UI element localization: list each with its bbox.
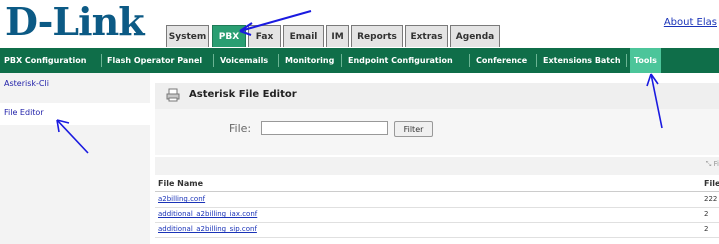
tab-reports[interactable]: Reports [351,25,403,47]
table-toolbar: ⤡ Fi [155,157,719,175]
file-size: 2 [704,225,709,233]
subnav-separator [469,54,470,67]
subnav-conference[interactable]: Conference [476,48,527,73]
subnav-extensions-batch[interactable]: Extensions Batch [543,48,621,73]
table-row: a2billing.conf 222 [155,193,719,208]
subnav-separator [278,54,279,67]
sidebar-item-asterisk-cli[interactable]: Asterisk-Cli [0,79,150,93]
about-link[interactable]: About Elas [664,17,717,28]
sidebar: Asterisk-Cli File Editor [0,73,150,244]
tab-email[interactable]: Email [283,25,324,47]
panel-titlebar: Asterisk File Editor [155,83,719,109]
filter-section: File: Filter [155,109,719,155]
subnav-bar: PBX Configuration Flash Operator Panel V… [0,48,719,73]
file-filter-input[interactable] [261,121,388,135]
tab-agenda[interactable]: Agenda [450,25,500,47]
subnav-separator [101,54,102,67]
resize-icon: ⤡ [705,160,714,168]
tab-extras[interactable]: Extras [405,25,448,47]
subnav-voicemails[interactable]: Voicemails [220,48,268,73]
table-row: additional_a2billing_sip.conf 2 [155,223,719,238]
file-link[interactable]: additional_a2billing_iax.conf [158,210,257,218]
subnav-pbx-configuration[interactable]: PBX Configuration [4,48,86,73]
tab-pbx[interactable]: PBX [212,25,246,47]
subnav-separator [341,54,342,67]
file-link[interactable]: a2billing.conf [158,195,205,203]
table-row: additional_a2billing_iax.conf 2 [155,208,719,223]
subnav-monitoring[interactable]: Monitoring [285,48,334,73]
column-header-file-size[interactable]: File [704,179,719,188]
tab-im[interactable]: IM [326,25,349,47]
main-panel: Asterisk File Editor File: Filter ⤡ Fi F… [155,73,719,244]
sort-hint[interactable]: ⤡ Fi [706,160,719,169]
tab-system[interactable]: System [166,25,209,47]
subnav-flash-operator-panel[interactable]: Flash Operator Panel [107,48,202,73]
filter-button[interactable]: Filter [394,121,433,137]
table-header: File Name File [155,177,719,192]
subnav-separator [213,54,214,67]
subnav-separator [536,54,537,67]
file-size: 2 [704,210,709,218]
file-size: 222 [704,195,718,203]
file-link[interactable]: additional_a2billing_sip.conf [158,225,257,233]
printer-icon [166,88,180,102]
subnav-tools[interactable]: Tools [630,48,661,73]
subnav-separator [626,54,627,67]
page-title: Asterisk File Editor [189,89,297,100]
tab-fax[interactable]: Fax [248,25,281,47]
header: D-Link About Elas System PBX Fax Email I… [0,0,719,48]
column-header-file-name[interactable]: File Name [158,179,203,188]
filter-label: File: [229,122,252,135]
sidebar-item-file-editor[interactable]: File Editor [0,103,150,125]
dlink-logo: D-Link [5,0,145,44]
subnav-endpoint-configuration[interactable]: Endpoint Configuration [348,48,453,73]
